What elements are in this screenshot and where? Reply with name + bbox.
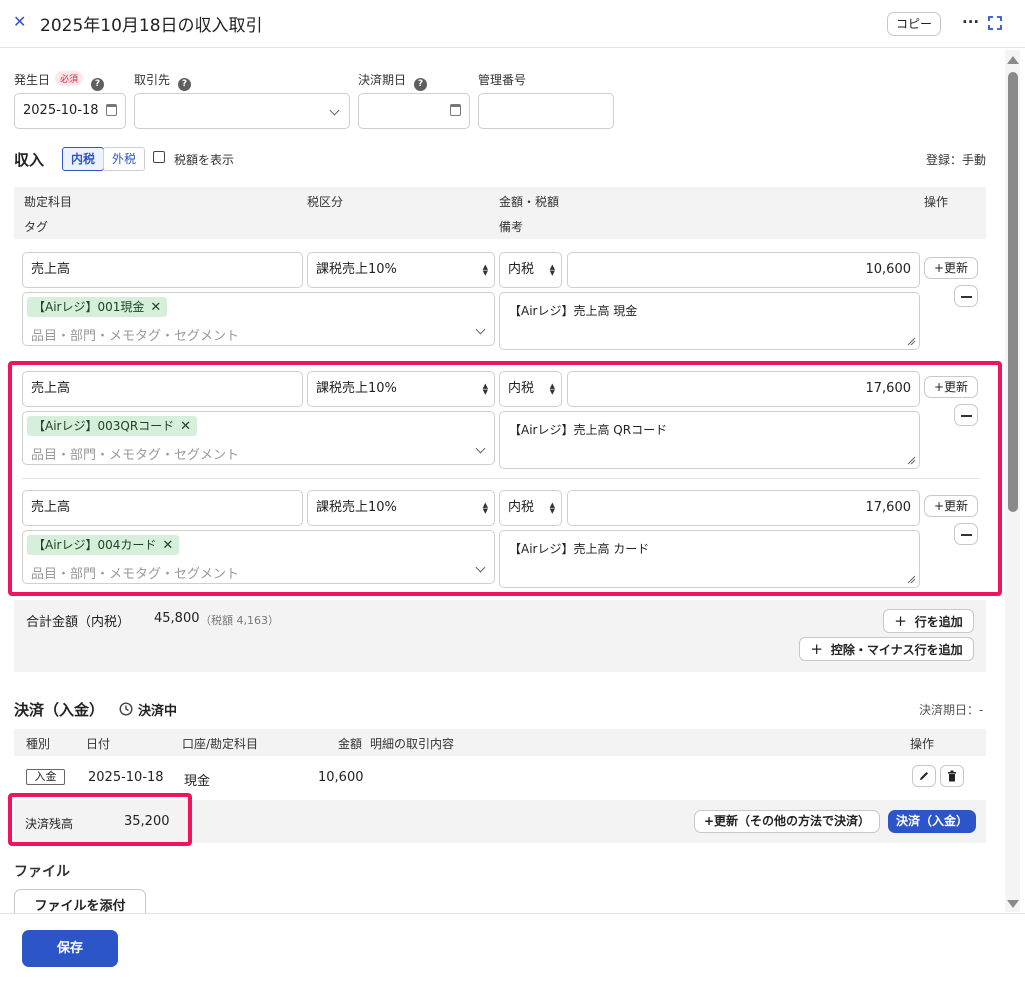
total-value: 45,800 xyxy=(154,611,200,626)
tag-chip: 【Airレジ】001現金 ✕ xyxy=(27,297,168,317)
tag-placeholder: 品目・部門・メモタグ・セグメント xyxy=(31,329,240,344)
scroll-up-icon[interactable] xyxy=(1007,56,1019,64)
updown-icon: ▲ ▼ xyxy=(482,263,488,277)
add-row-button[interactable]: + 行を追加 xyxy=(883,609,974,633)
updown-icon: ▲ ▼ xyxy=(549,263,555,277)
scrollbar[interactable] xyxy=(1005,50,1020,912)
col-tag: タグ xyxy=(24,220,49,234)
settle-button[interactable]: 決済（入金） xyxy=(888,810,976,833)
col-date: 日付 xyxy=(86,737,111,751)
trash-icon xyxy=(948,770,956,782)
tax-included-toggle[interactable]: 内税 xyxy=(62,147,104,171)
col-amount-tax: 金額・税額 xyxy=(499,195,560,209)
more-icon[interactable]: ··· xyxy=(962,13,979,31)
plus-icon: + xyxy=(810,640,823,658)
mgmt-label: 管理番号 xyxy=(478,73,527,87)
col-account: 口座/勘定科目 xyxy=(182,737,259,751)
col-account: 勘定科目 xyxy=(24,195,73,209)
pencil-icon xyxy=(920,772,928,780)
dialog-footer: 保存 xyxy=(0,913,1025,984)
add-minus-row-button[interactable]: + 控除・マイナス行を追加 xyxy=(799,637,974,661)
settlement-status: 決済中 xyxy=(138,704,178,719)
files-title: ファイル xyxy=(14,864,70,880)
highlight-box xyxy=(8,361,1002,596)
save-button[interactable]: 保存 xyxy=(22,930,118,967)
resize-handle-icon[interactable] xyxy=(907,337,916,346)
scroll-thumb[interactable] xyxy=(1008,72,1018,512)
partner-label: 取引先? xyxy=(134,71,192,91)
date-label: 発生日 必須? xyxy=(14,71,105,91)
calendar-icon[interactable] xyxy=(106,104,117,116)
total-label: 合計金額（内税） xyxy=(26,615,131,630)
required-badge: 必須 xyxy=(55,71,84,86)
tag-select[interactable]: 【Airレジ】001現金 ✕ 品目・部門・メモタグ・セグメント xyxy=(22,292,495,346)
scroll-down-icon[interactable] xyxy=(1007,900,1019,908)
dialog-header: ✕ 2025年10月18日の収入取引 コピー ··· xyxy=(0,0,1025,48)
dialog-title: 2025年10月18日の収入取引 xyxy=(40,16,263,36)
close-icon[interactable]: ✕ xyxy=(13,12,31,34)
remove-tag-icon[interactable]: ✕ xyxy=(150,300,161,315)
due-date-field[interactable] xyxy=(358,93,470,129)
col-tax-class: 税区分 xyxy=(307,195,344,209)
settlement-account: 現金 xyxy=(184,774,211,789)
settlement-table-header: 種別 日付 口座/勘定科目 金額 明細の取引内容 操作 xyxy=(14,729,986,756)
income-title: 収入 xyxy=(14,151,45,169)
settlement-date: 2025-10-18 xyxy=(88,770,164,785)
date-value: 2025-10-18 xyxy=(23,103,99,118)
settlement-title: 決済（入金） xyxy=(14,701,105,719)
show-tax-checkbox[interactable] xyxy=(153,151,165,163)
help-icon[interactable]: ? xyxy=(414,78,428,91)
settlement-amount: 10,600 xyxy=(318,770,364,785)
mgmt-number-field[interactable] xyxy=(478,93,614,129)
delete-button[interactable] xyxy=(940,765,964,787)
settlement-due: 決済期日：- xyxy=(919,703,984,717)
show-tax-label: 税額を表示 xyxy=(174,153,235,167)
highlight-box xyxy=(8,793,192,846)
register-mode: 登録：手動 xyxy=(926,153,987,167)
chevron-down-icon xyxy=(329,105,340,116)
chevron-down-icon xyxy=(475,324,486,335)
edit-button[interactable] xyxy=(912,765,936,787)
tax-excluded-toggle[interactable]: 外税 xyxy=(103,147,145,171)
update-button[interactable]: +更新 xyxy=(924,257,978,279)
account-field[interactable]: 売上高 xyxy=(22,252,303,288)
due-label: 決済期日? xyxy=(358,71,428,91)
col-ops: 操作 xyxy=(924,195,949,209)
copy-button[interactable]: コピー xyxy=(887,12,941,36)
help-icon[interactable]: ? xyxy=(178,78,192,91)
expand-icon[interactable] xyxy=(988,16,1002,30)
col-detail: 明細の取引内容 xyxy=(370,737,455,751)
memo-field[interactable]: 【Airレジ】売上高 現金 xyxy=(499,292,920,350)
help-icon[interactable]: ? xyxy=(91,78,105,91)
plus-icon: + xyxy=(894,612,907,630)
total-tax: （税額 4,163） xyxy=(200,614,279,627)
remove-row-button[interactable] xyxy=(954,285,978,307)
partner-select[interactable] xyxy=(134,93,350,129)
col-amount: 金額 xyxy=(338,737,363,751)
col-memo: 備考 xyxy=(499,220,524,234)
col-type: 種別 xyxy=(26,737,51,751)
col-ops: 操作 xyxy=(910,737,935,751)
tax-mode-select[interactable]: 内税 ▲ ▼ xyxy=(499,252,562,288)
update-other-button[interactable]: +更新（その他の方法で決済） xyxy=(694,810,880,833)
date-field[interactable]: 2025-10-18 xyxy=(14,93,126,129)
income-table-header: 勘定科目 税区分 金額・税額 操作 タグ 備考 xyxy=(14,187,986,239)
calendar-icon[interactable] xyxy=(450,104,461,116)
amount-field[interactable]: 10,600 xyxy=(567,252,920,288)
tax-class-select[interactable]: 課税売上10% ▲ ▼ xyxy=(307,252,495,288)
income-total-bar: 合計金額（内税） 45,800 （税額 4,163） + 行を追加 + 控除・マイナ… xyxy=(14,600,986,672)
type-badge: 入金 xyxy=(26,769,65,785)
clock-icon xyxy=(119,702,133,716)
